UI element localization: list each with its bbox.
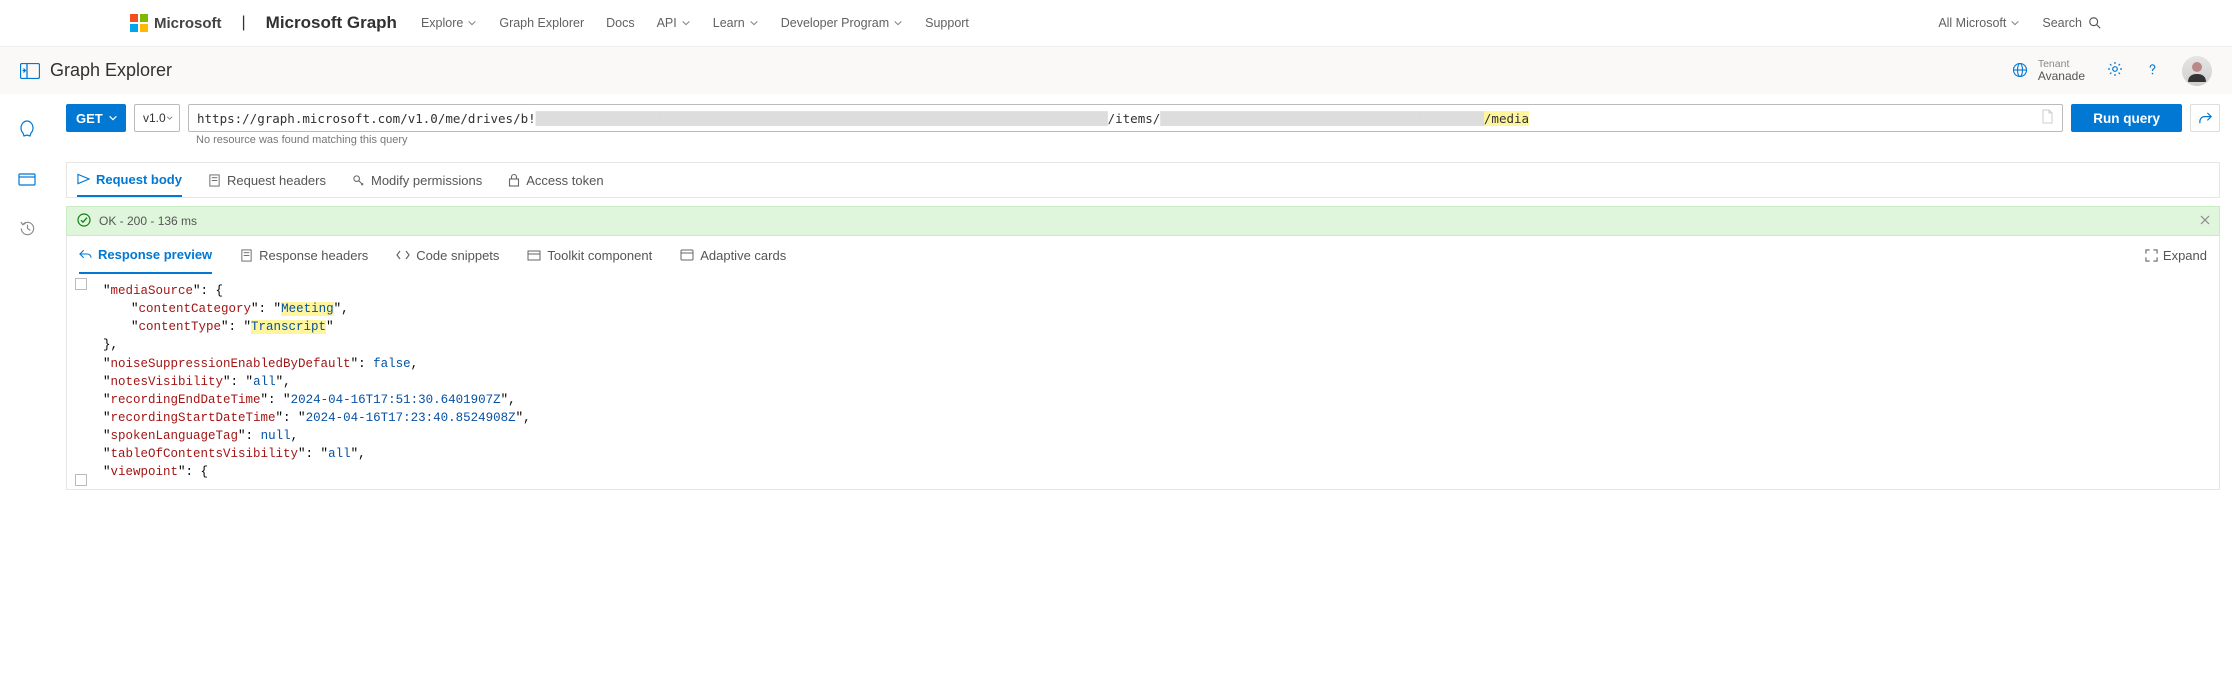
- microsoft-logo[interactable]: Microsoft: [130, 14, 222, 32]
- dismiss-status[interactable]: [2199, 214, 2211, 229]
- sidebar-toggle[interactable]: [20, 63, 40, 79]
- rail-history[interactable]: [19, 220, 36, 240]
- run-query-button[interactable]: Run query: [2071, 104, 2182, 132]
- document-icon: [240, 249, 253, 262]
- product-brand[interactable]: Microsoft Graph: [266, 13, 397, 33]
- nav-link-explore[interactable]: Explore: [421, 16, 477, 30]
- tenant-selector[interactable]: Tenant Avanade: [2012, 58, 2085, 84]
- page-title: Graph Explorer: [50, 60, 172, 81]
- search-icon: [2088, 16, 2102, 30]
- nav-right: All Microsoft Search: [1938, 16, 2102, 30]
- tenant-label: Tenant: [2038, 58, 2085, 70]
- divider: |: [242, 14, 246, 32]
- status-text: OK - 200 - 136 ms: [99, 214, 197, 228]
- avatar-icon: [2182, 56, 2212, 86]
- chevron-down-icon: [749, 18, 759, 28]
- card-icon: [680, 249, 694, 261]
- document-icon: [208, 174, 221, 187]
- tab-request-headers[interactable]: Request headers: [208, 163, 326, 197]
- tab-adaptive-cards[interactable]: Adaptive cards: [680, 236, 786, 274]
- app-header: Graph Explorer Tenant Avanade: [0, 46, 2232, 94]
- nav-link-support[interactable]: Support: [925, 16, 969, 30]
- help-icon: [2145, 62, 2160, 77]
- check-icon: [77, 213, 91, 230]
- line-checkbox[interactable]: [75, 474, 87, 486]
- global-nav: Microsoft | Microsoft Graph Explore Grap…: [0, 0, 2232, 46]
- chevron-down-icon: [893, 18, 903, 28]
- tab-response-preview[interactable]: Response preview: [79, 236, 212, 274]
- close-icon: [2199, 214, 2211, 226]
- query-url-input[interactable]: https://graph.microsoft.com/v1.0/me/driv…: [188, 104, 2063, 132]
- search-label: Search: [2042, 16, 2082, 30]
- response-json-body[interactable]: "mediaSource": { "contentCategory": "Mee…: [67, 274, 2219, 489]
- url-hint-message: No resource was found matching this quer…: [196, 134, 2220, 146]
- nav-all-microsoft[interactable]: All Microsoft: [1938, 16, 2020, 30]
- tab-response-headers[interactable]: Response headers: [240, 236, 368, 274]
- global-search[interactable]: Search: [2042, 16, 2102, 30]
- key-icon: [352, 174, 365, 187]
- rocket-icon: [18, 120, 36, 138]
- url-prefix: https://graph.microsoft.com/v1.0/me/driv…: [197, 111, 536, 126]
- microsoft-logo-text: Microsoft: [154, 15, 222, 32]
- query-row: GET v1.0 https://graph.microsoft.com/v1.…: [66, 104, 2220, 132]
- expand-icon: [2145, 249, 2158, 262]
- url-file-icon: [2041, 109, 2054, 127]
- box-icon: [18, 171, 36, 187]
- rail-sample-queries[interactable]: [18, 120, 36, 141]
- globe-icon: [2012, 62, 2028, 78]
- chevron-down-icon: [2010, 18, 2020, 28]
- line-checkbox[interactable]: [75, 278, 87, 290]
- tab-request-body[interactable]: Request body: [77, 163, 182, 197]
- undo-icon: [79, 248, 92, 260]
- nav-links: Explore Graph Explorer Docs API Learn De…: [421, 16, 969, 30]
- nav-link-developer-program[interactable]: Developer Program: [781, 16, 903, 30]
- url-redacted-segment: ████████████████████████████████████████…: [1160, 111, 1484, 126]
- tab-code-snippets[interactable]: Code snippets: [396, 236, 499, 274]
- tab-access-token[interactable]: Access token: [508, 163, 603, 197]
- code-icon: [396, 249, 410, 261]
- nav-link-graph-explorer[interactable]: Graph Explorer: [499, 16, 584, 30]
- tenant-value: Avanade: [2038, 70, 2085, 84]
- microsoft-logo-icon: [130, 14, 148, 32]
- status-strip: OK - 200 - 136 ms: [66, 206, 2220, 236]
- lock-icon: [508, 173, 520, 187]
- url-highlight: /media: [1484, 111, 1529, 126]
- chevron-down-icon: [681, 18, 691, 28]
- url-mid: /items/: [1108, 111, 1161, 126]
- nav-link-api[interactable]: API: [657, 16, 691, 30]
- url-redacted-segment: ████████████████████████████████████████…: [536, 111, 1108, 126]
- tab-modify-permissions[interactable]: Modify permissions: [352, 163, 482, 197]
- avatar[interactable]: [2182, 56, 2212, 86]
- chevron-down-icon: [108, 113, 118, 123]
- main-content: GET v1.0 https://graph.microsoft.com/v1.…: [54, 94, 2232, 490]
- http-method-dropdown[interactable]: GET: [66, 104, 126, 132]
- api-version: v1.0: [143, 111, 166, 125]
- rail-resources[interactable]: [18, 171, 36, 190]
- chevron-down-icon: [467, 18, 477, 28]
- share-icon: [2198, 111, 2213, 126]
- api-version-dropdown[interactable]: v1.0: [134, 104, 180, 132]
- expand-button[interactable]: Expand: [2145, 248, 2207, 263]
- nav-link-docs[interactable]: Docs: [606, 16, 634, 30]
- settings-button[interactable]: [2107, 61, 2123, 80]
- nav-link-learn[interactable]: Learn: [713, 16, 759, 30]
- request-tabs: Request body Request headers Modify perm…: [66, 162, 2220, 198]
- left-rail: [0, 94, 54, 490]
- gear-icon: [2107, 61, 2123, 77]
- response-tabs: Response preview Response headers Code s…: [67, 236, 2219, 274]
- share-button[interactable]: [2190, 104, 2220, 132]
- play-icon: [77, 173, 90, 185]
- http-method: GET: [76, 111, 103, 126]
- toolkit-icon: [527, 249, 541, 261]
- tab-toolkit-component[interactable]: Toolkit component: [527, 236, 652, 274]
- chevron-down-icon: [166, 113, 173, 123]
- history-icon: [19, 220, 36, 237]
- help-button[interactable]: [2145, 62, 2160, 80]
